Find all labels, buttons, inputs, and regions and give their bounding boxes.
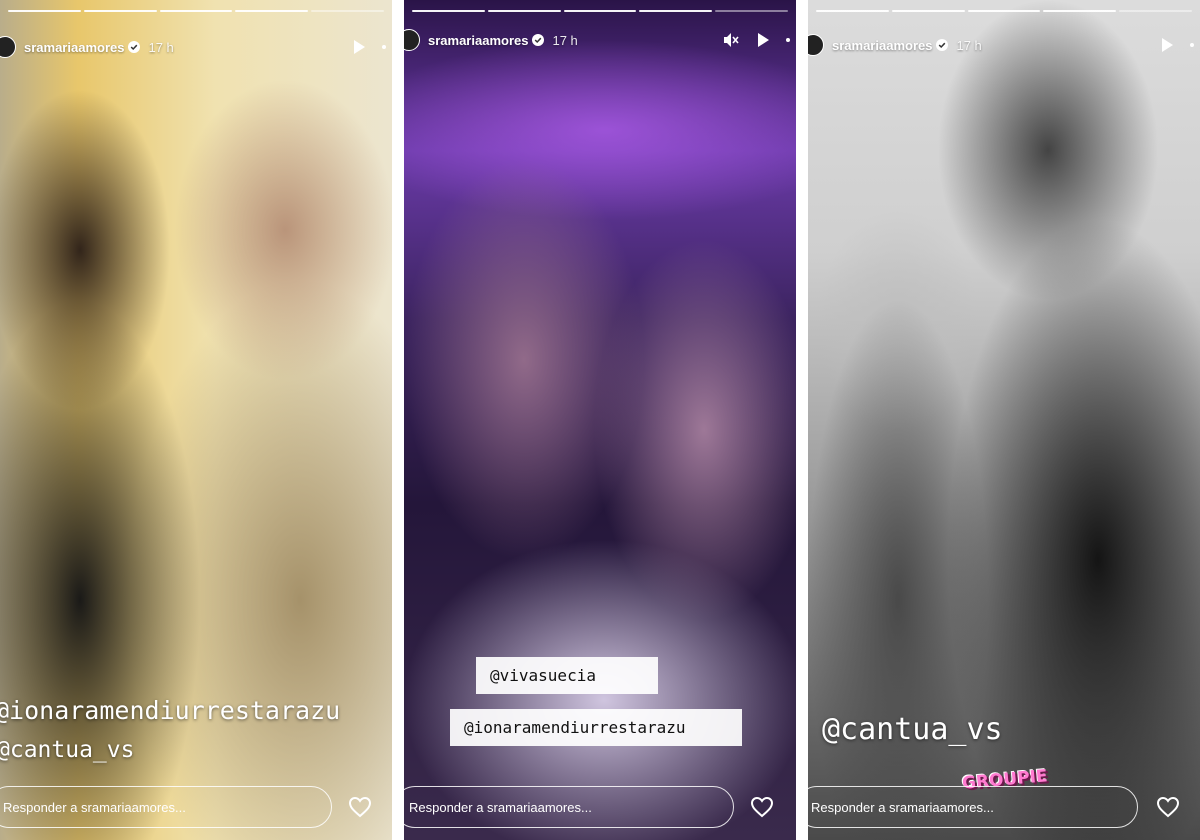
- progress-segment: [1119, 10, 1192, 12]
- progress-segment: [487, 10, 561, 12]
- progress-segment: [967, 10, 1041, 12]
- play-icon[interactable]: [1158, 36, 1176, 54]
- avatar[interactable]: [404, 29, 420, 51]
- play-icon[interactable]: [754, 31, 772, 49]
- mention-tag[interactable]: @vivasuecia: [476, 657, 658, 694]
- reply-input[interactable]: Responder a sramariaamores...: [808, 786, 1138, 828]
- story-header: sramariaamores 17 h: [0, 34, 392, 60]
- story-panel-3[interactable]: sramariaamores 17 h @cantua_vs GROUPIE R…: [808, 0, 1200, 840]
- play-icon[interactable]: [350, 38, 368, 56]
- like-heart-icon[interactable]: [1156, 796, 1180, 818]
- more-options-icon[interactable]: [786, 38, 790, 42]
- reply-input[interactable]: Responder a sramariaamores...: [0, 786, 332, 828]
- story-progress-bar: [412, 10, 788, 12]
- verified-badge-icon: [936, 39, 949, 51]
- progress-segment: [639, 10, 713, 12]
- username[interactable]: sramariaamores: [428, 33, 528, 48]
- reply-placeholder: Responder a sramariaamores...: [409, 799, 592, 815]
- story-panel-1[interactable]: sramariaamores 17 h @ionaramendiurrestar…: [0, 0, 392, 840]
- progress-segment: [8, 10, 81, 12]
- like-heart-icon[interactable]: [348, 796, 372, 818]
- progress-segment: [412, 10, 485, 12]
- mention-tag[interactable]: @cantua_vs: [0, 737, 134, 763]
- progress-segment: [159, 10, 233, 12]
- story-progress-bar: [8, 10, 384, 12]
- more-options-icon[interactable]: [382, 45, 386, 49]
- reply-placeholder: Responder a sramariaamores...: [3, 799, 186, 815]
- progress-segment: [715, 10, 788, 12]
- avatar[interactable]: [808, 34, 824, 56]
- post-time: 17 h: [956, 37, 982, 53]
- story-panel-2[interactable]: sramariaamores 17 h @vivasuecia @ionaram…: [404, 0, 796, 840]
- more-options-icon[interactable]: [1190, 43, 1194, 47]
- story-header: sramariaamores 17 h: [404, 27, 796, 53]
- progress-segment: [1043, 10, 1117, 12]
- mute-icon[interactable]: [722, 31, 740, 49]
- story-progress-bar: [816, 10, 1192, 12]
- username[interactable]: sramariaamores: [832, 38, 932, 53]
- progress-segment: [311, 10, 384, 12]
- reply-placeholder: Responder a sramariaamores...: [811, 799, 994, 815]
- post-time: 17 h: [148, 39, 174, 55]
- mention-tag[interactable]: @ionaramendiurrestarazu: [450, 709, 742, 746]
- verified-badge-icon: [128, 41, 141, 53]
- like-heart-icon[interactable]: [750, 796, 774, 818]
- progress-segment: [563, 10, 637, 12]
- avatar[interactable]: [0, 36, 16, 58]
- progress-segment: [83, 10, 157, 12]
- mention-tag[interactable]: @ionaramendiurrestarazu: [0, 696, 340, 725]
- progress-segment: [816, 10, 889, 12]
- progress-segment: [235, 10, 309, 12]
- post-time: 17 h: [552, 32, 578, 48]
- username[interactable]: sramariaamores: [24, 40, 124, 55]
- story-header: sramariaamores 17 h: [808, 32, 1200, 58]
- verified-badge-icon: [532, 34, 545, 46]
- progress-segment: [891, 10, 965, 12]
- mention-tag[interactable]: @cantua_vs: [822, 712, 1003, 747]
- reply-input[interactable]: Responder a sramariaamores...: [404, 786, 734, 828]
